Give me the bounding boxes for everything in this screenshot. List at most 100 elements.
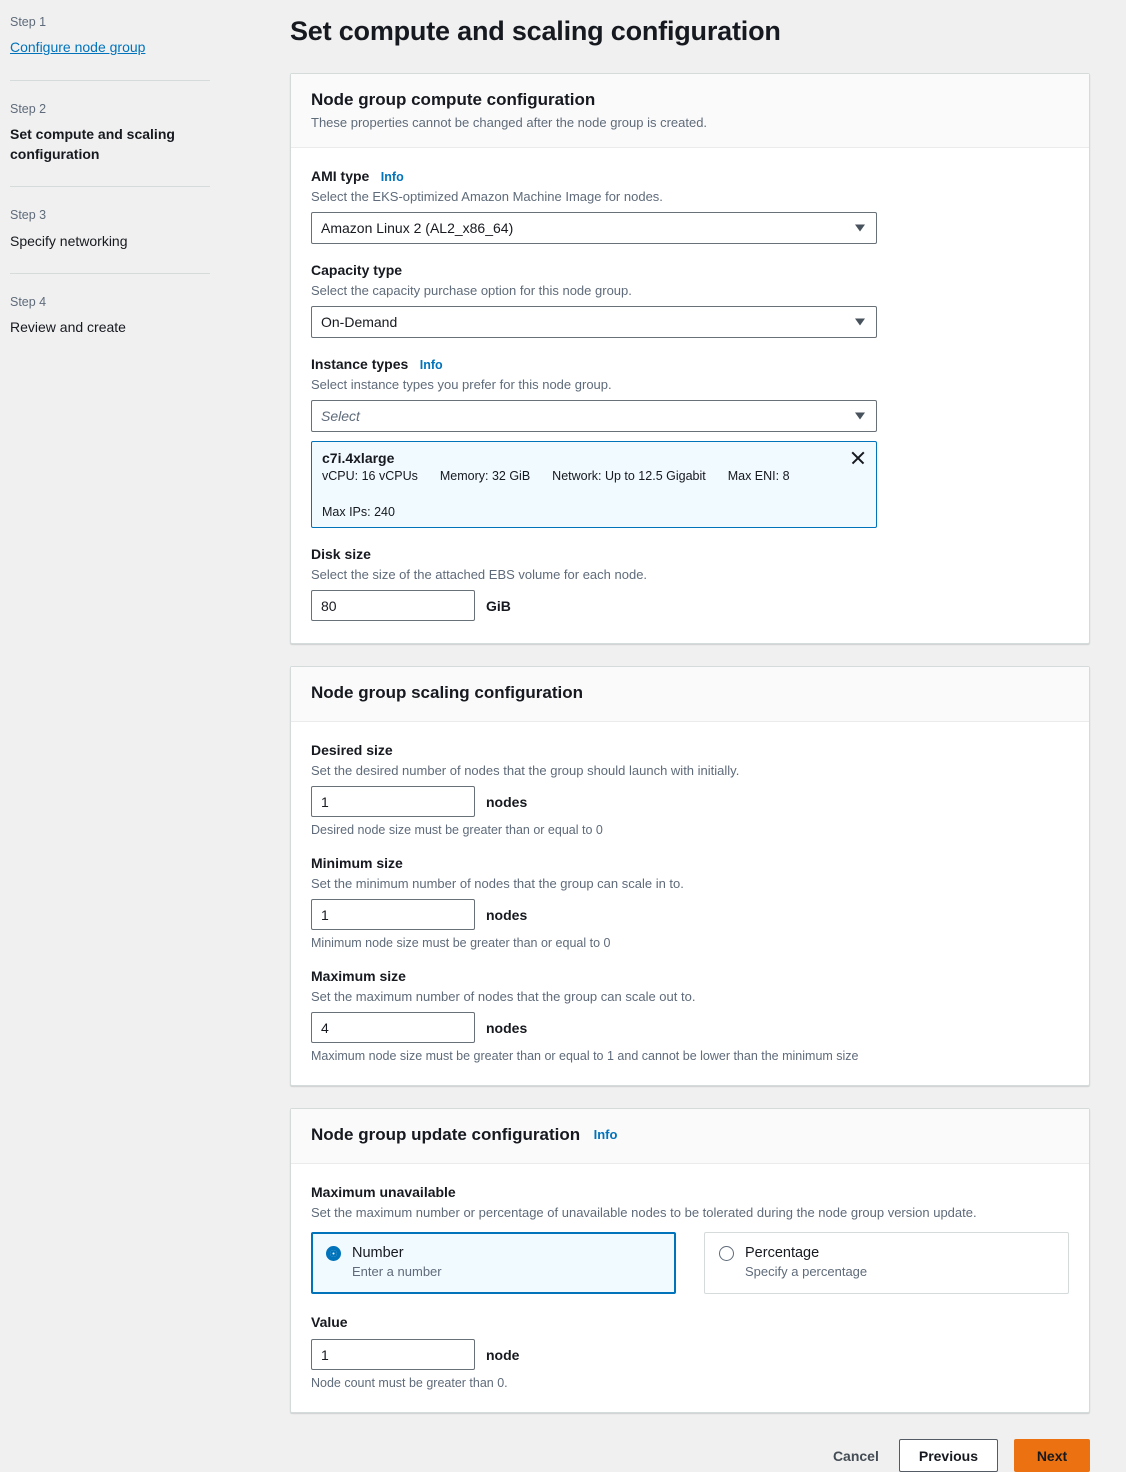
instance-types-field: Instance types Info Select instance type… (311, 356, 1069, 528)
sidebar-step-1[interactable]: Step 1 Configure node group (10, 14, 280, 58)
minimum-size-input[interactable] (311, 899, 475, 930)
disk-size-label: Disk size (311, 546, 371, 562)
spec-vcpu: vCPU: 16 vCPUs (322, 469, 418, 483)
compute-panel-header: Node group compute configuration These p… (291, 74, 1089, 148)
instance-type-token-specs: vCPU: 16 vCPUs Memory: 32 GiB Network: U… (322, 469, 840, 519)
disk-size-input[interactable] (311, 590, 475, 621)
radio-label-number: Number (352, 1245, 404, 1261)
sidebar-step-3-title: Specify networking (10, 231, 250, 251)
instance-types-description: Select instance types you prefer for thi… (311, 377, 1069, 392)
radio-description-number: Enter a number (352, 1264, 661, 1279)
instance-types-label: Instance types (311, 356, 408, 372)
disk-size-unit: GiB (486, 598, 511, 614)
value-unit: node (486, 1347, 519, 1363)
ami-type-label: AMI type (311, 168, 369, 184)
radio-button-percentage[interactable] (719, 1246, 734, 1261)
scaling-panel-title: Node group scaling configuration (311, 683, 583, 703)
radio-tile-percentage[interactable]: Percentage Specify a percentage (704, 1232, 1069, 1294)
compute-panel-body: AMI type Info Select the EKS-optimized A… (291, 148, 1089, 643)
disk-size-field: Disk size Select the size of the attache… (311, 546, 1069, 621)
sidebar-divider-2 (10, 186, 210, 187)
value-hint: Node count must be greater than 0. (311, 1376, 1069, 1390)
value-input-row: node (311, 1339, 1069, 1370)
sidebar-step-1-title[interactable]: Configure node group (10, 37, 250, 57)
value-input[interactable] (311, 1339, 475, 1370)
capacity-type-select[interactable]: On-Demand (311, 306, 877, 338)
maximum-size-description: Set the maximum number of nodes that the… (311, 989, 1069, 1004)
maximum-size-field: Maximum size Set the maximum number of n… (311, 968, 1069, 1063)
chevron-down-icon (855, 319, 865, 326)
desired-size-unit: nodes (486, 794, 527, 810)
cancel-button[interactable]: Cancel (829, 1439, 883, 1472)
update-panel-info-link[interactable]: Info (594, 1127, 618, 1142)
disk-size-description: Select the size of the attached EBS volu… (311, 567, 1069, 582)
sidebar-step-2-number: Step 2 (10, 101, 250, 117)
update-panel-header: Node group update configuration Info (291, 1109, 1089, 1164)
chevron-down-icon (855, 413, 865, 420)
sidebar-step-3-number: Step 3 (10, 207, 250, 223)
sidebar-step-4-number: Step 4 (10, 294, 250, 310)
next-button[interactable]: Next (1014, 1439, 1090, 1472)
wizard-footer: Cancel Previous Next (290, 1439, 1090, 1472)
scaling-configuration-panel: Node group scaling configuration Desired… (290, 666, 1090, 1086)
spec-max-eni: Max ENI: 8 (728, 469, 790, 483)
radio-button-number[interactable] (326, 1246, 341, 1261)
sidebar-step-2[interactable]: Step 2 Set compute and scaling configura… (10, 101, 280, 165)
minimum-size-description: Set the minimum number of nodes that the… (311, 876, 1069, 891)
minimum-size-hint: Minimum node size must be greater than o… (311, 936, 1069, 950)
sidebar-step-3[interactable]: Step 3 Specify networking (10, 207, 280, 251)
instance-types-select[interactable]: Select (311, 400, 877, 432)
minimum-size-label: Minimum size (311, 855, 403, 871)
compute-panel-title: Node group compute configuration (311, 90, 595, 110)
ami-type-info-link[interactable]: Info (381, 170, 404, 184)
desired-size-label: Desired size (311, 742, 393, 758)
compute-panel-subtitle: These properties cannot be changed after… (311, 115, 1069, 130)
disk-size-input-row: GiB (311, 590, 1069, 621)
scaling-panel-header: Node group scaling configuration (291, 667, 1089, 722)
radio-line-percentage: Percentage (719, 1245, 1054, 1261)
ami-type-description: Select the EKS-optimized Amazon Machine … (311, 189, 1069, 204)
minimum-size-unit: nodes (486, 907, 527, 923)
page-title: Set compute and scaling configuration (290, 16, 1090, 47)
sidebar-divider-3 (10, 273, 210, 274)
instance-types-info-link[interactable]: Info (420, 358, 443, 372)
sidebar-step-4[interactable]: Step 4 Review and create (10, 294, 280, 338)
spec-network: Network: Up to 12.5 Gigabit (552, 469, 706, 483)
instance-type-token-name: c7i.4xlarge (322, 450, 840, 466)
maximum-size-hint: Maximum node size must be greater than o… (311, 1049, 1069, 1063)
sidebar-divider-1 (10, 80, 210, 81)
spec-memory: Memory: 32 GiB (440, 469, 530, 483)
compute-configuration-panel: Node group compute configuration These p… (290, 73, 1090, 644)
maximum-unavailable-field: Maximum unavailable Set the maximum numb… (311, 1184, 1069, 1294)
ami-type-select[interactable]: Amazon Linux 2 (AL2_x86_64) (311, 212, 877, 244)
maximum-size-label: Maximum size (311, 968, 406, 984)
desired-size-input[interactable] (311, 786, 475, 817)
sidebar-step-1-number: Step 1 (10, 14, 250, 30)
desired-size-description: Set the desired number of nodes that the… (311, 763, 1069, 778)
update-panel-body: Maximum unavailable Set the maximum numb… (291, 1164, 1089, 1412)
chevron-down-icon (855, 225, 865, 232)
maximum-unavailable-radio-group: Number Enter a number Percentage Specify… (311, 1232, 1069, 1294)
instance-type-token: c7i.4xlarge vCPU: 16 vCPUs Memory: 32 Gi… (311, 441, 877, 528)
main-content: Set compute and scaling configuration No… (280, 0, 1126, 1468)
maximum-size-input[interactable] (311, 1012, 475, 1043)
sidebar-step-4-title: Review and create (10, 317, 250, 337)
capacity-type-selected-value: On-Demand (321, 314, 397, 330)
create-node-group-wizard: Step 1 Configure node group Step 2 Set c… (0, 0, 1126, 1468)
radio-tile-number[interactable]: Number Enter a number (311, 1232, 676, 1294)
close-icon[interactable] (849, 449, 867, 467)
maximum-unavailable-description: Set the maximum number or percentage of … (311, 1205, 1069, 1220)
desired-size-input-row: nodes (311, 786, 1069, 817)
maximum-unavailable-label: Maximum unavailable (311, 1184, 456, 1200)
minimum-size-input-row: nodes (311, 899, 1069, 930)
radio-label-percentage: Percentage (745, 1245, 819, 1261)
desired-size-hint: Desired node size must be greater than o… (311, 823, 1069, 837)
capacity-type-description: Select the capacity purchase option for … (311, 283, 1069, 298)
desired-size-field: Desired size Set the desired number of n… (311, 742, 1069, 837)
ami-type-field: AMI type Info Select the EKS-optimized A… (311, 168, 1069, 244)
radio-description-percentage: Specify a percentage (745, 1264, 1054, 1279)
capacity-type-field: Capacity type Select the capacity purcha… (311, 262, 1069, 338)
update-panel-title: Node group update configuration (311, 1125, 580, 1145)
maximum-size-unit: nodes (486, 1020, 527, 1036)
previous-button[interactable]: Previous (899, 1439, 998, 1472)
